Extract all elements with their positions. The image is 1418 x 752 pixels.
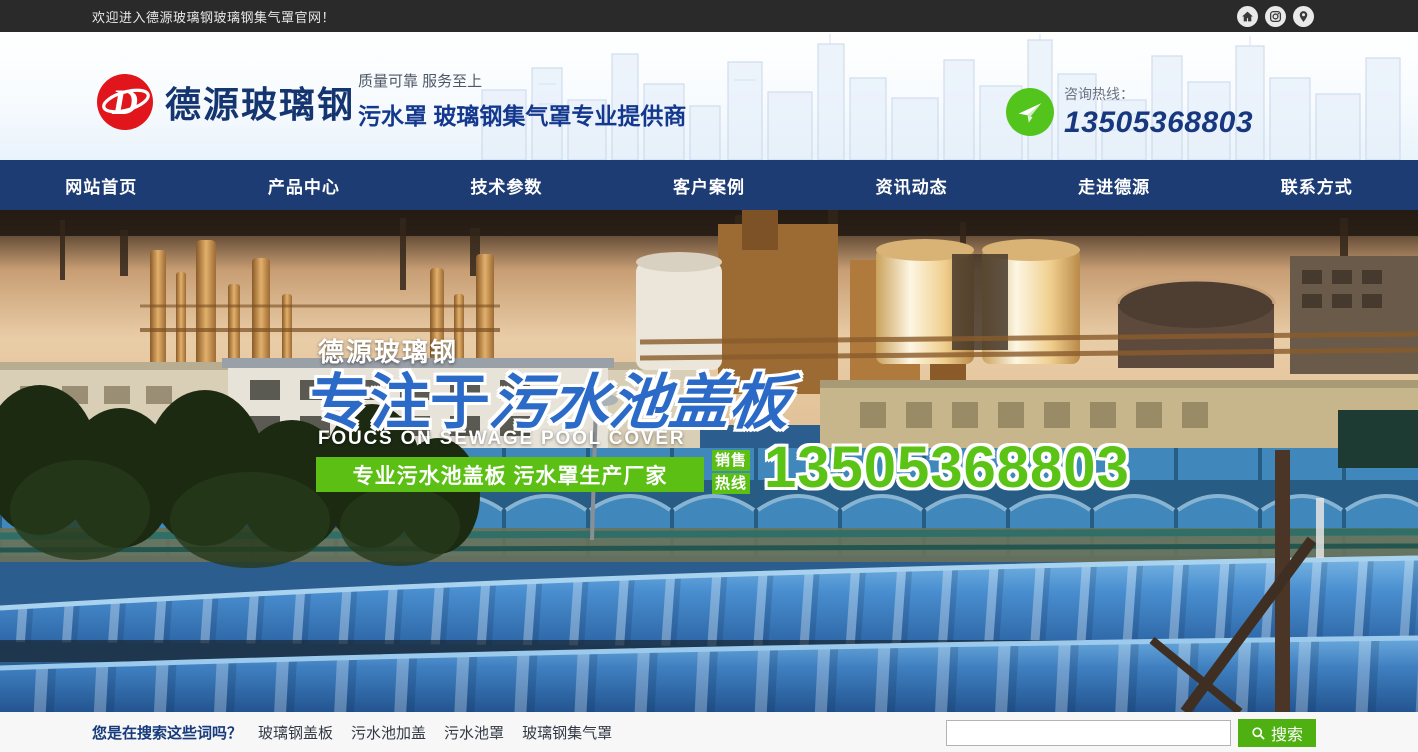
logo[interactable]: D 德源玻璃钢: [95, 72, 355, 132]
nav-item-specs[interactable]: 技术参数: [405, 160, 608, 210]
hero-headline-prefix: 专注于: [310, 369, 490, 436]
hero-subheadline: FOUCS ON SEWAGE POOL COVER: [318, 428, 685, 450]
hotline: 咨询热线： 13505368803: [1006, 84, 1253, 140]
keyword-link-3[interactable]: 污水池罩: [444, 722, 504, 743]
keyword-link-1[interactable]: 玻璃钢盖板: [258, 722, 333, 743]
search-strip: 您是在搜索这些词吗？ 玻璃钢盖板 污水池加盖 污水池罩 玻璃钢集气罩 搜索: [0, 712, 1418, 752]
logo-mark-icon: D: [95, 72, 155, 132]
logo-text: 德源玻璃钢: [165, 76, 355, 128]
svg-text:D: D: [111, 82, 138, 122]
search-input[interactable]: [946, 720, 1231, 746]
hero-banner: 德源玻璃钢 专注于污水池盖板 FOUCS ON SEWAGE POOL COVE…: [0, 210, 1418, 712]
site-header: D 德源玻璃钢 质量可靠 服务至上 污水罩 玻璃钢集气罩专业提供商 咨询热线： …: [0, 32, 1418, 160]
nav-item-cases[interactable]: 客户案例: [608, 160, 811, 210]
main-nav: 网站首页 产品中心 技术参数 客户案例 资讯动态 走进德源 联系方式: [0, 160, 1418, 210]
hotline-number: 13505368803: [1064, 106, 1253, 140]
slogan-line1: 质量可靠 服务至上: [358, 70, 686, 91]
paper-plane-icon: [1006, 88, 1054, 136]
welcome-text: 欢迎进入德源玻璃钢玻璃钢集气罩官网！: [92, 7, 335, 26]
nav-item-about[interactable]: 走进德源: [1013, 160, 1216, 210]
slogan-line2: 污水罩 玻璃钢集气罩专业提供商: [358, 97, 686, 131]
nav-item-news[interactable]: 资讯动态: [810, 160, 1013, 210]
hotline-label: 咨询热线：: [1064, 84, 1253, 104]
search-lead-text: 您是在搜索这些词吗？: [92, 722, 242, 743]
nav-item-contact[interactable]: 联系方式: [1215, 160, 1418, 210]
hero-photo: [0, 210, 1418, 712]
hero-banner-button[interactable]: 专业污水池盖板 污水罩生产厂家: [316, 457, 704, 492]
sales-badge-line1: 销售: [712, 450, 750, 471]
sales-hotline-badge: 销售 热线: [712, 450, 750, 494]
search-icon: [1251, 726, 1266, 741]
hot-keywords: 玻璃钢盖板 污水池加盖 污水池罩 玻璃钢集气罩: [258, 722, 612, 743]
search-button-label: 搜索: [1271, 721, 1303, 745]
keyword-link-4[interactable]: 玻璃钢集气罩: [522, 722, 612, 743]
keyword-link-2[interactable]: 污水池加盖: [351, 722, 426, 743]
topbar: 欢迎进入德源玻璃钢玻璃钢集气罩官网！: [0, 0, 1418, 32]
header-slogans: 质量可靠 服务至上 污水罩 玻璃钢集气罩专业提供商: [358, 70, 686, 131]
nav-item-home[interactable]: 网站首页: [0, 160, 203, 210]
sales-badge-line2: 热线: [712, 473, 750, 494]
location-icon[interactable]: [1293, 6, 1314, 27]
search-button[interactable]: 搜索: [1238, 719, 1316, 747]
nav-item-products[interactable]: 产品中心: [203, 160, 406, 210]
sales-phone-number: 13505368803: [764, 434, 1130, 501]
instagram-icon[interactable]: [1265, 6, 1286, 27]
home-icon[interactable]: [1237, 6, 1258, 27]
social-links: [1237, 0, 1314, 32]
